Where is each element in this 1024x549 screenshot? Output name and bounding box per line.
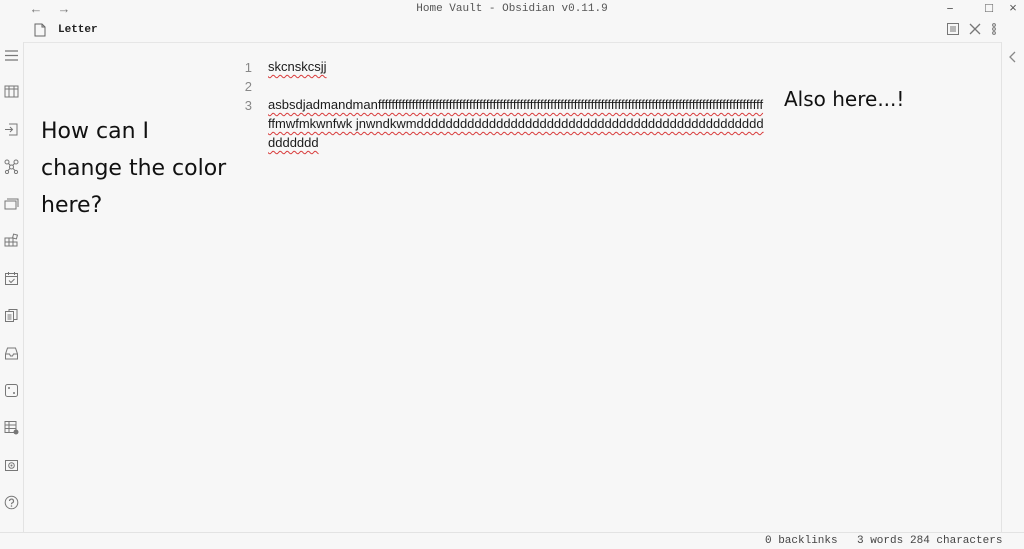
editor-line-empty[interactable] (268, 76, 764, 95)
line-number: 1 (244, 60, 252, 75)
note-title[interactable]: Letter (58, 24, 98, 36)
annotation-right: Also here...! (784, 87, 905, 111)
backlinks-count[interactable]: 0 backlinks (765, 535, 838, 547)
help-icon[interactable] (4, 495, 19, 510)
maximize-button[interactable]: □ (979, 1, 999, 16)
vault-icon[interactable] (4, 458, 19, 473)
view-header: Letter (24, 20, 1002, 43)
status-bar: 0 backlinks 3 words 284 characters (0, 532, 1024, 549)
calendar-icon[interactable] (4, 271, 19, 286)
character-count: 284 characters (910, 535, 1003, 547)
left-ribbon (0, 42, 24, 532)
title-bar: ← → Home Vault - Obsidian v0.11.9 – □ × (0, 0, 1024, 20)
editor-line[interactable]: asbsdjadmandmanfffffffffffffffffffffffff… (268, 95, 764, 152)
annotation-left: How can I change the color here? (41, 113, 226, 224)
graph-icon[interactable] (4, 159, 19, 174)
minimize-button[interactable]: – (940, 1, 960, 16)
right-ribbon (1001, 42, 1024, 532)
kanban-icon[interactable] (4, 84, 19, 99)
line-number: 2 (244, 79, 252, 94)
copy-icon[interactable] (4, 308, 19, 323)
editor-content[interactable]: skcnskcsjj asbsdjadmandmanffffffffffffff… (268, 57, 764, 152)
line-number: 3 (244, 98, 252, 113)
plugins-icon[interactable] (4, 233, 19, 248)
close-icon[interactable] (968, 22, 982, 36)
cards-icon[interactable] (4, 196, 19, 211)
annotation-line: change the color (41, 156, 227, 181)
close-window-button[interactable]: × (1003, 1, 1023, 16)
dice-icon[interactable] (4, 383, 19, 398)
more-options-icon[interactable] (990, 22, 998, 36)
table-icon[interactable] (4, 420, 19, 435)
markdown-editor[interactable]: 1 2 3 skcnskcsjj asbsdjadmandmanffffffff… (24, 43, 1001, 532)
editor-line[interactable]: skcnskcsjj (268, 57, 764, 76)
annotation-line: here? (41, 193, 103, 218)
open-file-icon[interactable] (4, 122, 19, 137)
word-count: 3 words (857, 535, 904, 547)
expand-right-sidebar-icon[interactable] (1007, 50, 1019, 64)
document-icon (34, 23, 46, 37)
reading-view-icon[interactable] (946, 22, 960, 36)
annotation-line: How can I (41, 119, 149, 144)
window-title: Home Vault - Obsidian v0.11.9 (416, 3, 608, 15)
inbox-icon[interactable] (4, 346, 19, 361)
collapse-sidebar-icon[interactable] (4, 48, 19, 63)
